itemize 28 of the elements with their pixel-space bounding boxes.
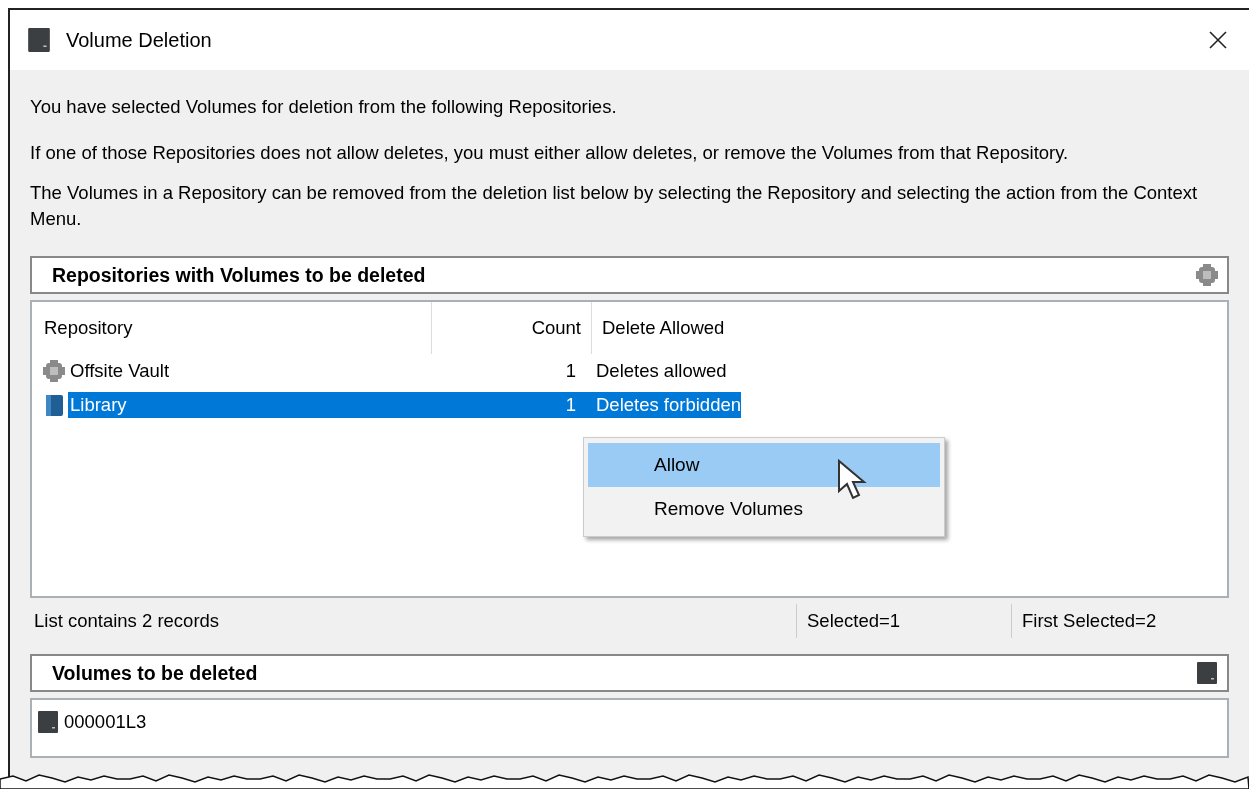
column-header[interactable]: Delete Allowed xyxy=(592,302,1227,354)
tape-icon xyxy=(1195,661,1219,685)
instruction-text: The Volumes in a Repository can be removed from the deletion list below by selecting the Repository and selecting the action from the Context Menu. xyxy=(30,181,1199,231)
table-cell-text: 000001L3 xyxy=(64,710,147,734)
status-text: First Selected=2 xyxy=(1011,604,1229,638)
status-text: Selected=1 xyxy=(796,604,1011,638)
menu-item[interactable]: Allow xyxy=(588,443,940,487)
instruction-text: If one of those Repositories does not allow deletes, you must either allow deletes, or remove the Volumes from that Repository. xyxy=(30,141,1070,165)
menu-item[interactable]: Remove Volumes xyxy=(588,487,940,531)
column-header[interactable]: Count xyxy=(432,302,592,354)
table-cell-text: Deletes allowed xyxy=(595,359,727,383)
gear-icon xyxy=(1195,263,1219,287)
status-text: List contains 2 records xyxy=(33,609,221,633)
panel-title: Volumes to be deleted xyxy=(52,661,258,686)
column-header[interactable]: Repository xyxy=(32,302,432,354)
tape-icon xyxy=(26,27,52,53)
instruction-text: You have selected Volumes for deletion from the following Repositories. xyxy=(30,95,618,119)
gear-icon xyxy=(42,359,66,383)
table-cell-text: Library xyxy=(69,393,128,417)
window-title: Volume Deletion xyxy=(66,28,212,53)
table-row[interactable]: Offsite Vault 1 Deletes allowed xyxy=(68,358,727,384)
table-cell-text: 1 xyxy=(564,393,577,417)
table-cell-text: Deletes forbidden xyxy=(595,393,741,417)
selected-row[interactable]: Library 1 Deletes forbidden xyxy=(68,392,741,418)
panel-title: Repositories with Volumes to be deleted xyxy=(52,263,426,288)
table-cell-text: 1 xyxy=(564,359,577,383)
tape-icon xyxy=(36,708,60,736)
table-cell-text: Offsite Vault xyxy=(69,359,171,383)
